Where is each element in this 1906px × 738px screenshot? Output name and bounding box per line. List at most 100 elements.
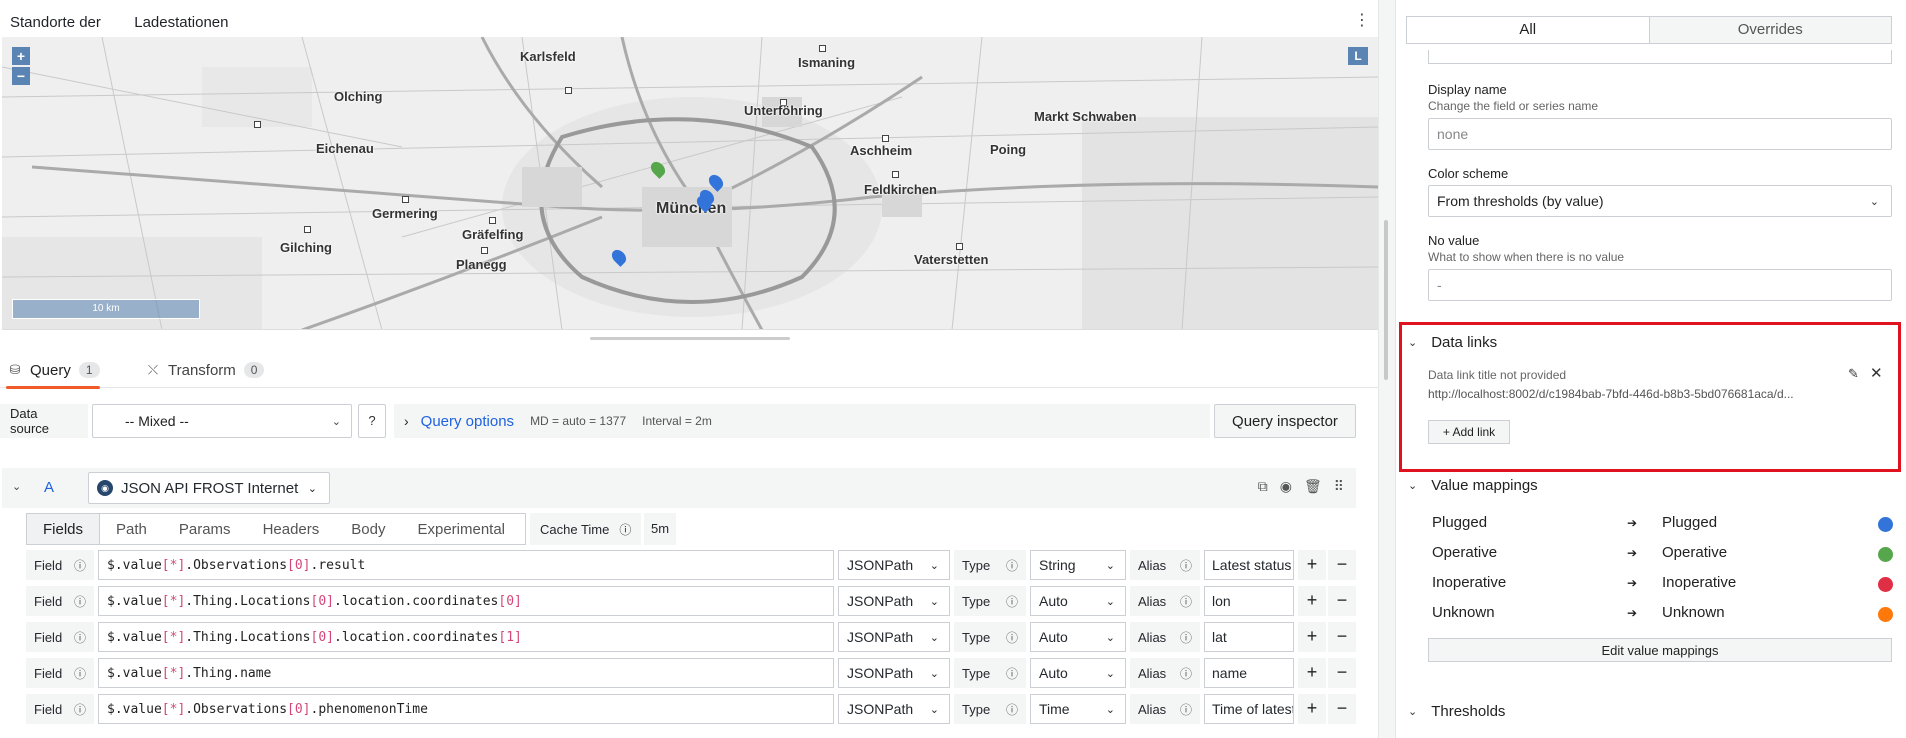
subtab-params[interactable]: Params — [163, 514, 247, 544]
eye-icon[interactable]: ◉ — [1280, 478, 1292, 495]
chevron-down-icon: ⌄ — [1408, 480, 1418, 492]
cache-time-value[interactable]: 5m — [644, 513, 676, 545]
color-scheme-select[interactable]: From thresholds (by value) ⌄ — [1428, 185, 1892, 217]
chevron-down-icon: ⌄ — [929, 595, 939, 608]
jsonpath-input[interactable]: $.value [*] .Observations [0] .result — [98, 550, 834, 580]
type-select[interactable]: Auto ⌄ — [1030, 622, 1126, 652]
subtab-path[interactable]: Path — [100, 514, 163, 544]
path-token: .Thing.Locations — [185, 593, 311, 609]
question-circle-icon[interactable]: ? — [358, 404, 386, 438]
edit-value-mappings-button[interactable]: Edit value mappings — [1428, 638, 1892, 662]
add-field-button[interactable]: + — [1298, 622, 1326, 652]
city-marker — [892, 171, 899, 178]
arrow-right-icon: ➔ — [1627, 606, 1638, 620]
mapping-to: Plugged — [1662, 514, 1718, 531]
type-label: Type ⓘ — [954, 694, 1026, 724]
path-index-token: [*] — [161, 593, 186, 609]
path-token: .Observations — [185, 557, 288, 573]
query-datasource-select[interactable]: ◉ JSON API FROST Internet ⌄ — [88, 472, 330, 504]
query-inspector-button[interactable]: Query inspector — [1214, 404, 1356, 438]
close-icon[interactable]: ✕ — [1870, 364, 1883, 382]
info-icon: ⓘ — [1005, 666, 1018, 681]
mapping-from: Unknown — [1432, 604, 1495, 621]
jsonpath-input[interactable]: $.value [*] .Thing.Locations [0] .location.c… — [98, 622, 834, 652]
value-mapping-row: Inoperative ➔ Inoperative — [1432, 574, 1893, 596]
tab-query[interactable]: ⛁ Query 1 — [6, 352, 100, 389]
remove-field-button[interactable]: − — [1328, 550, 1356, 580]
jsonpath-input[interactable]: $.value [*] .Thing.name — [98, 658, 834, 688]
no-value-input[interactable]: - — [1428, 269, 1892, 301]
city-marker — [304, 226, 311, 233]
type-select[interactable]: Auto ⌄ — [1030, 586, 1126, 616]
value-mapping-row: Operative ➔ Operative — [1432, 544, 1893, 566]
language-select[interactable]: JSONPath ⌄ — [838, 694, 950, 724]
pencil-icon[interactable]: ✎ — [1848, 366, 1859, 382]
jsonpath-input[interactable]: $.value [*] .Observations [0] .phenomenonTim… — [98, 694, 834, 724]
field-row: Field ⓘ $.value [*] .Thing.name JSONPath ⌄ Type… — [26, 658, 1366, 688]
no-value-label: No value — [1428, 233, 1480, 248]
add-link-button[interactable]: + Add link — [1428, 420, 1510, 444]
drag-handle-icon[interactable]: ⠿ — [1334, 478, 1344, 495]
alias-input[interactable]: Time of latest — [1204, 694, 1294, 724]
layer-toggle-button[interactable]: L — [1348, 47, 1368, 65]
thresholds-header[interactable]: ⌄ Thresholds — [1408, 703, 1505, 720]
language-select[interactable]: JSONPath ⌄ — [838, 658, 950, 688]
datasource-label: Data source — [0, 404, 88, 438]
mapping-from: Inoperative — [1432, 574, 1507, 591]
segment-all[interactable]: All — [1407, 17, 1650, 43]
tab-transform[interactable]: ⤬ Transform 0 — [144, 352, 265, 388]
add-field-button[interactable]: + — [1298, 586, 1326, 616]
value-mappings-header[interactable]: ⌄ Value mappings — [1408, 477, 1538, 494]
path-index-token: [*] — [161, 701, 186, 717]
trash-icon[interactable]: 🗑 — [1304, 478, 1322, 495]
type-select[interactable]: Time ⌄ — [1030, 694, 1126, 724]
remove-field-button[interactable]: − — [1328, 694, 1356, 724]
field-row: Field ⓘ $.value [*] .Thing.Locations [0] .loca… — [26, 622, 1366, 652]
remove-field-button[interactable]: − — [1328, 586, 1356, 616]
segment-overrides[interactable]: Overrides — [1650, 17, 1892, 43]
type-select[interactable]: String ⌄ — [1030, 550, 1126, 580]
zoom-out-button[interactable]: − — [12, 67, 30, 85]
copy-icon[interactable]: ⧉ — [1258, 478, 1268, 495]
language-select[interactable]: JSONPath ⌄ — [838, 586, 950, 616]
subtab-body[interactable]: Body — [335, 514, 401, 544]
info-icon: ⓘ — [1179, 558, 1192, 573]
subtab-headers[interactable]: Headers — [247, 514, 336, 544]
arrow-right-icon: ➔ — [1627, 516, 1638, 530]
mapping-to: Operative — [1662, 544, 1728, 561]
scrollbar[interactable] — [1384, 220, 1388, 380]
datasource-logo-icon: ◉ — [97, 480, 113, 496]
type-select[interactable]: Auto ⌄ — [1030, 658, 1126, 688]
database-icon: ⛁ — [9, 362, 21, 377]
jsonpath-input[interactable]: $.value [*] .Thing.Locations [0] .location.c… — [98, 586, 834, 616]
alias-input[interactable]: lon — [1204, 586, 1294, 616]
subtab-experimental[interactable]: Experimental — [401, 514, 521, 544]
arrow-right-icon: ➔ — [1627, 546, 1638, 560]
zoom-in-button[interactable]: + — [12, 47, 30, 65]
resize-handle[interactable] — [590, 337, 790, 340]
query-options-toggle[interactable]: › Query options MD = auto = 1377 Interva… — [394, 404, 1210, 438]
datasource-select[interactable]: -- Mixed -- ⌄ — [92, 404, 352, 438]
chevron-down-icon[interactable]: ⌄ — [12, 480, 21, 493]
add-field-button[interactable]: + — [1298, 658, 1326, 688]
add-field-button[interactable]: + — [1298, 694, 1326, 724]
subtab-fields[interactable]: Fields — [27, 514, 101, 544]
language-select[interactable]: JSONPath ⌄ — [838, 550, 950, 580]
alias-input[interactable]: lat — [1204, 622, 1294, 652]
path-token: .Thing.Locations — [185, 629, 311, 645]
alias-input[interactable]: Latest status — [1204, 550, 1294, 580]
language-select[interactable]: JSONPath ⌄ — [838, 622, 950, 652]
info-icon: ⓘ — [73, 702, 86, 717]
query-ref-id[interactable]: A — [44, 479, 54, 496]
add-field-button[interactable]: + — [1298, 550, 1326, 580]
remove-field-button[interactable]: − — [1328, 622, 1356, 652]
remove-field-button[interactable]: − — [1328, 658, 1356, 688]
city-marker — [882, 135, 889, 142]
data-links-header[interactable]: ⌄ Data links — [1408, 334, 1497, 351]
arrow-right-icon: ➔ — [1627, 576, 1638, 590]
path-index-token: [0] — [310, 629, 334, 645]
map[interactable]: + − L Karlsfeld Ismaning Olching Unterfö… — [2, 37, 1378, 330]
display-name-input[interactable]: none — [1428, 118, 1892, 150]
vertical-dots-icon[interactable]: ⋮ — [1354, 10, 1370, 32]
alias-input[interactable]: name — [1204, 658, 1294, 688]
